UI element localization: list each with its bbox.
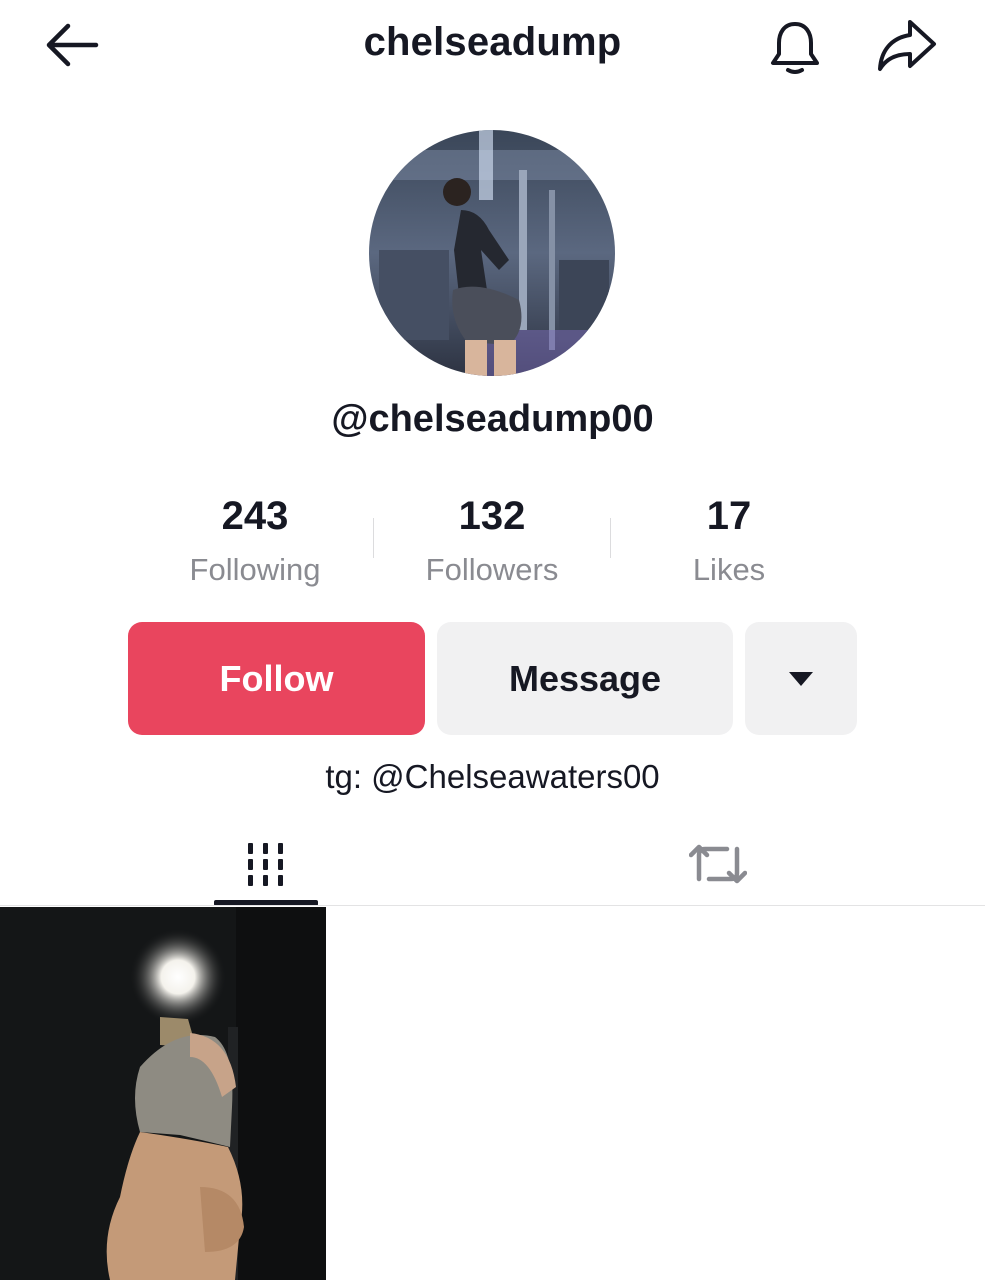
caret-down-icon	[789, 671, 813, 686]
avatar[interactable]	[369, 130, 615, 376]
video-thumbnail-image	[0, 907, 326, 1280]
profile-bio: tg: @Chelseawaters00	[325, 758, 660, 795]
tabs-divider	[0, 905, 985, 906]
more-options-button[interactable]	[745, 622, 857, 735]
video-thumbnail[interactable]	[0, 907, 326, 1280]
follow-button[interactable]: Follow	[128, 622, 425, 735]
followers-count: 132	[458, 494, 526, 538]
profile-username: @chelseadump00	[331, 398, 654, 440]
top-bar: chelseadump	[0, 0, 985, 92]
grid-icon	[248, 843, 283, 886]
message-button[interactable]: Message	[437, 622, 733, 735]
profile-page: chelseadump @chelseadump00 243 Following…	[0, 0, 985, 1280]
likes-stat[interactable]: 17 Likes	[609, 490, 849, 594]
followers-stat[interactable]: 132 Followers	[372, 490, 612, 594]
bell-icon[interactable]	[764, 16, 826, 78]
tab-reposts[interactable]	[666, 822, 770, 906]
repost-icon	[689, 844, 747, 884]
share-arrow-icon[interactable]	[874, 16, 940, 76]
avatar-photo	[369, 130, 615, 376]
following-label: Following	[189, 552, 321, 587]
tab-videos[interactable]	[214, 822, 318, 906]
following-stat[interactable]: 243 Following	[135, 490, 375, 594]
likes-label: Likes	[692, 552, 766, 587]
page-title: chelseadump	[363, 20, 622, 64]
following-count: 243	[221, 494, 289, 538]
likes-count: 17	[706, 494, 752, 538]
followers-label: Followers	[425, 552, 559, 587]
